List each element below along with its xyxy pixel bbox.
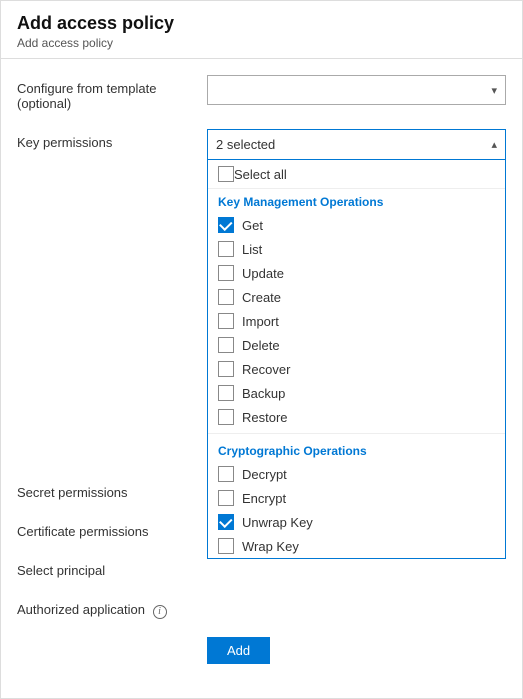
page-container: Add access policy Add access policy Conf… (0, 0, 523, 699)
label-encrypt[interactable]: Encrypt (242, 491, 286, 506)
header: Add access policy Add access policy (1, 1, 522, 59)
checkbox-unwrap-key[interactable] (218, 514, 234, 530)
configure-label: Configure from template (optional) (17, 75, 207, 111)
key-management-section-label: Key Management Operations (208, 189, 505, 213)
checkbox-import[interactable] (218, 313, 234, 329)
secret-permissions-label: Secret permissions (17, 479, 207, 500)
checkbox-encrypt[interactable] (218, 490, 234, 506)
select-all-label[interactable]: Select all (234, 167, 287, 182)
key-item-list[interactable]: List (208, 237, 505, 261)
add-button[interactable]: Add (207, 637, 270, 664)
key-permissions-label: Key permissions (17, 129, 207, 150)
crypto-item-wrap-key[interactable]: Wrap Key (208, 534, 505, 558)
add-button-control: Add (207, 637, 506, 664)
crypto-section-label: Cryptographic Operations (208, 438, 505, 462)
checkbox-wrap-key[interactable] (218, 538, 234, 554)
authorized-application-label: Authorized application i (17, 596, 207, 619)
label-wrap-key[interactable]: Wrap Key (242, 539, 299, 554)
checkbox-delete[interactable] (218, 337, 234, 353)
chevron-down-icon: ▾ (491, 84, 497, 97)
label-get[interactable]: Get (242, 218, 263, 233)
key-item-create[interactable]: Create (208, 285, 505, 309)
key-permissions-control: 2 selected ▴ Select all Key Management O… (207, 129, 506, 159)
label-recover[interactable]: Recover (242, 362, 290, 377)
checkbox-decrypt[interactable] (218, 466, 234, 482)
label-unwrap-key[interactable]: Unwrap Key (242, 515, 313, 530)
crypto-item-verify[interactable]: Verify (208, 558, 505, 559)
configure-select[interactable]: ▾ (207, 75, 506, 105)
key-permissions-select[interactable]: 2 selected ▴ (207, 129, 506, 159)
key-item-get[interactable]: Get (208, 213, 505, 237)
checkbox-update[interactable] (218, 265, 234, 281)
select-principal-row: Select principal (17, 557, 506, 578)
section-divider (208, 433, 505, 434)
key-item-recover[interactable]: Recover (208, 357, 505, 381)
label-update[interactable]: Update (242, 266, 284, 281)
key-permissions-value: 2 selected (216, 137, 275, 152)
checkbox-create[interactable] (218, 289, 234, 305)
key-item-import[interactable]: Import (208, 309, 505, 333)
key-item-backup[interactable]: Backup (208, 381, 505, 405)
certificate-permissions-label: Certificate permissions (17, 518, 207, 539)
configure-row: Configure from template (optional) ▾ (17, 75, 506, 111)
checkbox-recover[interactable] (218, 361, 234, 377)
crypto-item-unwrap-key[interactable]: Unwrap Key (208, 510, 505, 534)
label-backup[interactable]: Backup (242, 386, 285, 401)
label-decrypt[interactable]: Decrypt (242, 467, 287, 482)
key-item-update[interactable]: Update (208, 261, 505, 285)
crypto-item-encrypt[interactable]: Encrypt (208, 486, 505, 510)
chevron-up-icon: ▴ (491, 138, 497, 151)
label-delete[interactable]: Delete (242, 338, 280, 353)
key-permissions-dropdown: Select all Key Management Operations Get… (207, 159, 506, 559)
checkbox-list[interactable] (218, 241, 234, 257)
label-restore[interactable]: Restore (242, 410, 288, 425)
select-all-checkbox[interactable] (218, 166, 234, 182)
checkbox-backup[interactable] (218, 385, 234, 401)
form-body: Configure from template (optional) ▾ Key… (1, 59, 522, 698)
key-item-delete[interactable]: Delete (208, 333, 505, 357)
crypto-item-decrypt[interactable]: Decrypt (208, 462, 505, 486)
label-list[interactable]: List (242, 242, 262, 257)
page-subtitle: Add access policy (17, 36, 506, 50)
add-button-row: Add (17, 637, 506, 664)
key-permissions-row: Key permissions 2 selected ▴ Select all … (17, 129, 506, 159)
add-button-spacer (17, 637, 207, 643)
authorized-application-row: Authorized application i (17, 596, 506, 619)
page-title: Add access policy (17, 13, 506, 34)
label-import[interactable]: Import (242, 314, 279, 329)
select-principal-label: Select principal (17, 557, 207, 578)
checkbox-restore[interactable] (218, 409, 234, 425)
info-icon: i (153, 605, 167, 619)
select-all-row[interactable]: Select all (208, 160, 505, 189)
label-create[interactable]: Create (242, 290, 281, 305)
checkbox-get[interactable] (218, 217, 234, 233)
key-item-restore[interactable]: Restore (208, 405, 505, 429)
configure-control: ▾ (207, 75, 506, 105)
